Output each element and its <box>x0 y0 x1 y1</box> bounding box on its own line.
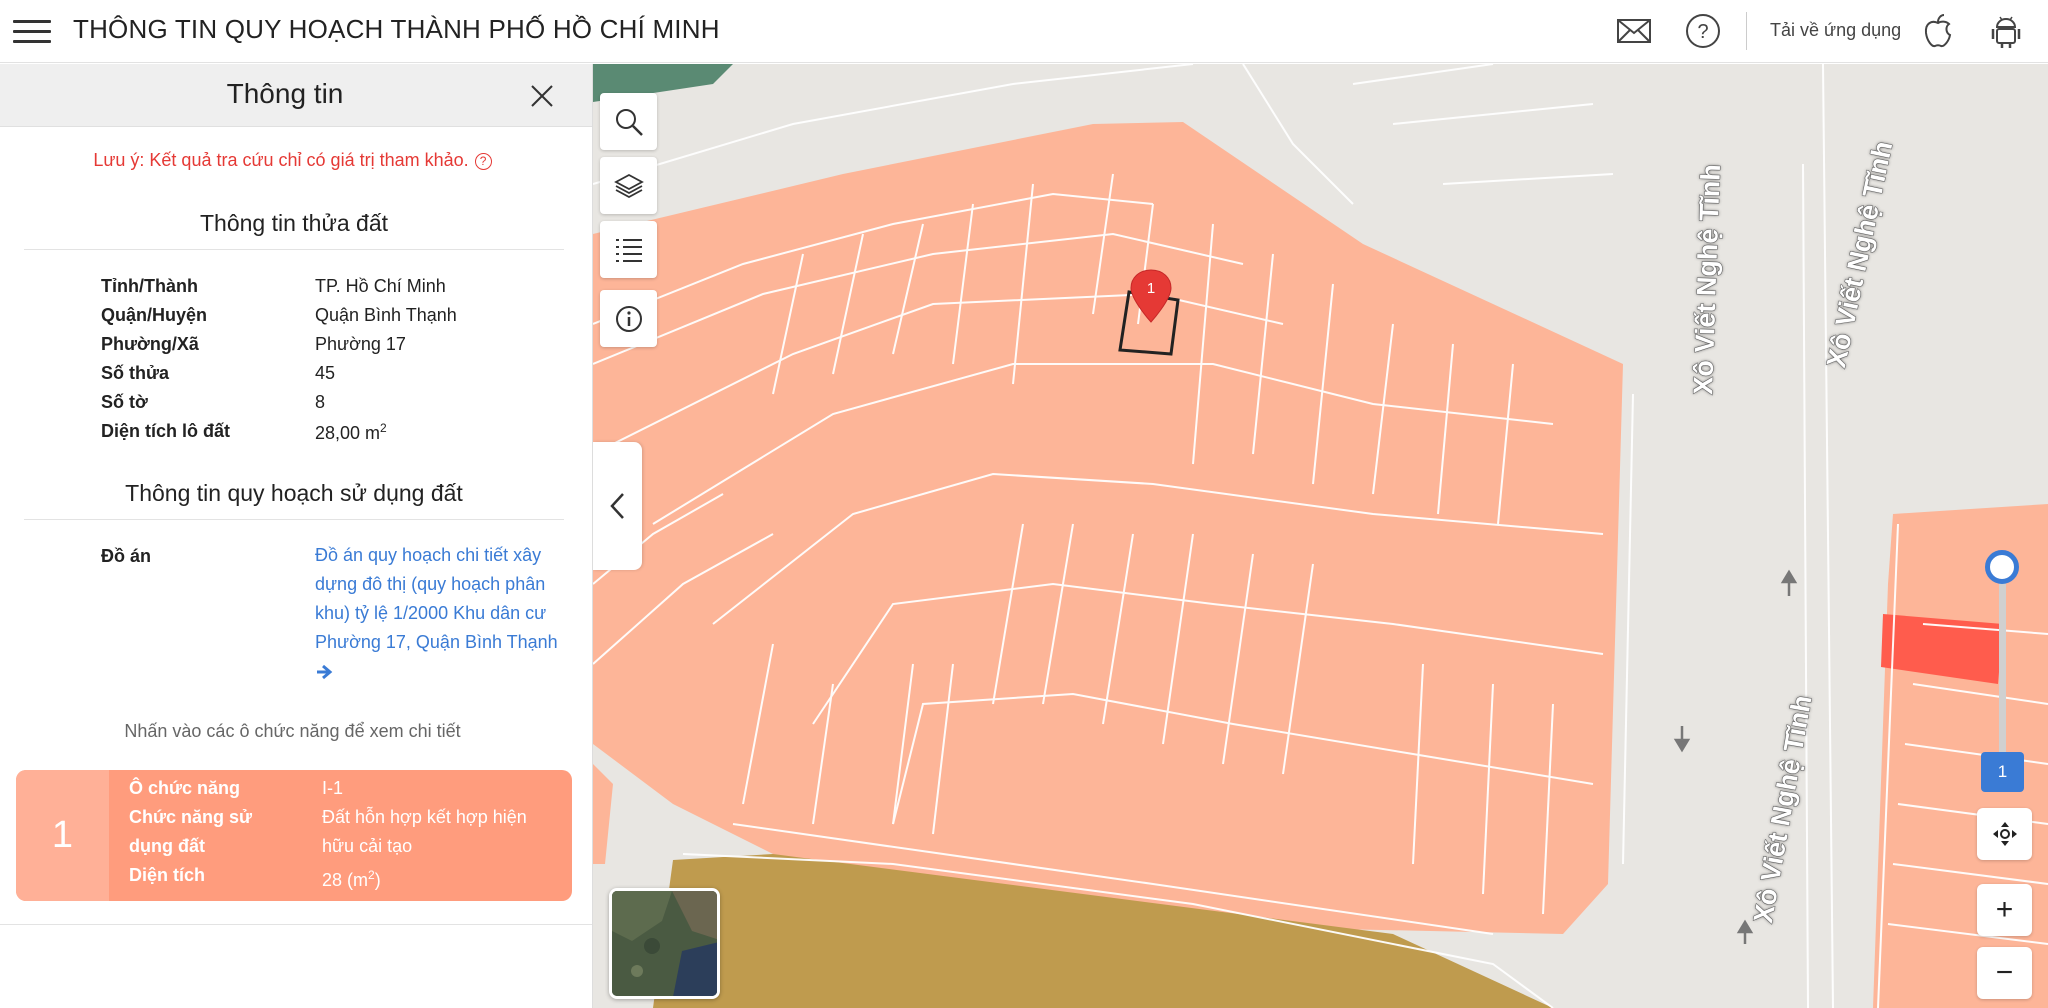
hint-text: Nhấn vào các ô chức năng để xem chi tiết <box>124 721 461 741</box>
divider <box>24 249 564 250</box>
plan-link-text[interactable]: Đồ án quy hoạch chi tiết xây dựng đô thị… <box>315 545 558 652</box>
info-tool-button[interactable] <box>600 290 657 347</box>
area-value: 28,00 m2 <box>315 421 387 444</box>
layer-slider-track[interactable] <box>1999 566 2006 756</box>
list-icon <box>615 238 642 262</box>
download-app-label[interactable]: Tải về ứng dụng <box>1770 20 1901 41</box>
disclaimer-note: Lưu ý: Kết quả tra cứu chỉ có giá trị th… <box>0 150 585 171</box>
app-title: THÔNG TIN QUY HOẠCH THÀNH PHỐ HỒ CHÍ MIN… <box>73 14 720 44</box>
province-value: TP. Hồ Chí Minh <box>315 276 446 296</box>
locate-icon <box>1992 822 2017 846</box>
layer-slider-handle[interactable] <box>1985 550 2019 584</box>
mail-icon[interactable] <box>1615 12 1653 50</box>
map-canvas[interactable]: 1 <box>593 64 2048 1008</box>
menu-icon[interactable] <box>13 17 51 45</box>
zoom-out-button[interactable]: − <box>1977 947 2032 999</box>
header-separator <box>1746 12 1747 50</box>
zone-card[interactable]: 1 Ô chức năng I-1 Chức năng sử Đất hỗn h… <box>16 770 572 901</box>
arrow-right-icon[interactable] <box>315 663 333 681</box>
map-view[interactable]: 1 Xô Viết Nghệ Tĩnh Xô Viết Nghệ Tĩnh Xô… <box>593 64 2048 1008</box>
basemap-toggle[interactable] <box>609 888 720 999</box>
area-value-text: 28,00 m <box>315 423 381 443</box>
parcel-number-value: 45 <box>315 363 336 383</box>
area-label: Diện tích lô đất <box>101 421 231 441</box>
zone-area-value: 28 (m2) <box>322 861 381 895</box>
zone-use-value-1: Đất hỗn hợp kết hợp hiện <box>322 807 527 827</box>
disclaimer-text: Lưu ý: Kết quả tra cứu chỉ có giá trị th… <box>93 150 469 170</box>
layers-tool-button[interactable] <box>600 157 657 214</box>
legend-tool-button[interactable] <box>600 221 657 278</box>
sheet-number-label: Số tờ <box>101 392 148 412</box>
satellite-thumbnail <box>612 891 717 996</box>
zone-number: 1 <box>16 770 109 901</box>
app-header: THÔNG TIN QUY HOẠCH THÀNH PHỐ HỒ CHÍ MIN… <box>0 0 2048 63</box>
panel-title: Thông tin <box>226 78 344 109</box>
info-panel: Thông tin Lưu ý: Kết quả tra cứu chỉ có … <box>0 64 593 1008</box>
android-icon[interactable] <box>1987 12 2025 50</box>
help-icon[interactable]: ? <box>1684 12 1722 50</box>
area-unit-sup: 2 <box>380 421 387 435</box>
ward-label: Phường/Xã <box>101 334 199 354</box>
close-icon[interactable] <box>527 81 557 111</box>
search-tool-button[interactable] <box>600 93 657 150</box>
panel-header: Thông tin <box>0 64 592 127</box>
district-value: Quận Bình Thạnh <box>315 305 457 325</box>
zone-use-label-2: dụng đất <box>129 836 205 856</box>
svg-text:?: ? <box>1697 21 1708 43</box>
locate-button[interactable] <box>1977 808 2032 860</box>
divider <box>24 519 564 520</box>
map-marker-label: 1 <box>1147 280 1155 297</box>
zone-func-label: Ô chức năng <box>129 778 241 798</box>
sheet-number-value: 8 <box>315 392 326 412</box>
zone-func-value: I-1 <box>322 778 344 798</box>
zone-area-sup: 2 <box>368 868 375 882</box>
collapse-panel-button[interactable] <box>593 442 642 570</box>
plan-label: Đồ án <box>101 546 152 566</box>
layers-icon <box>613 173 644 198</box>
province-label: Tỉnh/Thành <box>101 276 198 296</box>
zone-area-text: 28 (m <box>322 870 369 890</box>
apple-icon[interactable] <box>1919 12 1957 50</box>
ward-value: Phường 17 <box>315 334 406 354</box>
zone-use-value-2: hữu cải tạo <box>322 836 413 856</box>
panel-footer <box>0 924 592 1008</box>
chevron-left-icon <box>609 493 624 519</box>
land-info-title: Thông tin thửa đất <box>199 210 389 236</box>
district-label: Quận/Huyện <box>101 305 208 325</box>
zone-use-label-1: Chức năng sử <box>129 807 253 827</box>
info-icon <box>615 305 642 332</box>
search-icon <box>615 108 643 136</box>
zoom-in-button[interactable]: + <box>1977 884 2032 936</box>
zone-area-close: ) <box>374 870 381 890</box>
zone-area-label: Diện tích <box>129 865 206 885</box>
plan-link[interactable]: Đồ án quy hoạch chi tiết xây dựng đô thị… <box>315 541 560 690</box>
parcel-number-label: Số thửa <box>101 363 170 383</box>
planning-info-title: Thông tin quy hoạch sử dụng đất <box>125 480 463 506</box>
question-icon[interactable]: ? <box>474 152 492 170</box>
layer-slider-value[interactable]: 1 <box>1981 752 2024 792</box>
